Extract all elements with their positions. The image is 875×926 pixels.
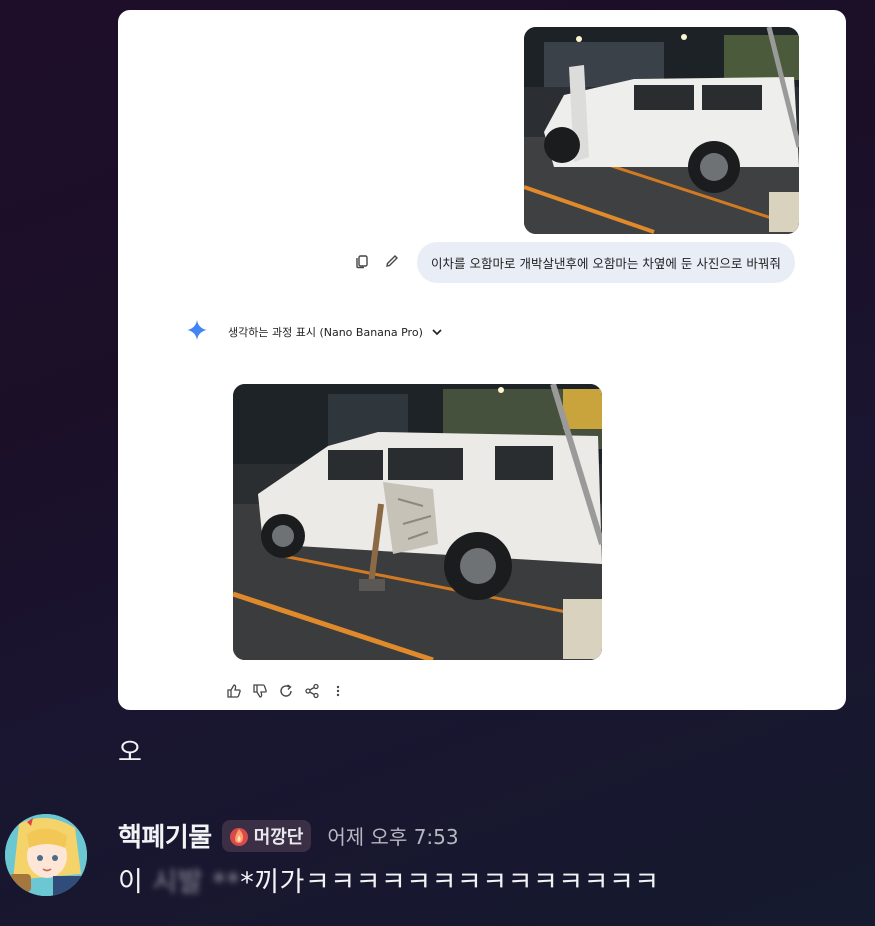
copy-icon[interactable] [354,253,370,269]
thinking-label: 생각하는 과정 표시 (Nano Banana Pro) [228,326,423,339]
gemini-screenshot-card: 이차를 오함마로 개박살낸후에 오함마는 차옆에 둔 사진으로 바꿔줘 생각하는… [118,10,846,710]
generated-car-photo[interactable] [233,384,602,660]
pencil-icon[interactable] [384,253,400,269]
more-vertical-icon[interactable] [330,683,346,699]
user-prompt-bubble: 이차를 오함마로 개박살낸후에 오함마는 차옆에 둔 사진으로 바꿔줘 [417,242,795,283]
message-text-censored: 시발 ** [152,867,241,898]
message-text: 이 시발 ***끼가ㅋㅋㅋㅋㅋㅋㅋㅋㅋㅋㅋㅋㅋㅋ [118,860,660,899]
role-tag-label: 머깡단 [253,826,304,848]
reaction-message: 오 [118,738,142,768]
message-header: 핵폐기물 머깡단 어제 오후 7:53 [118,817,459,854]
refresh-icon[interactable] [278,683,294,699]
thumbs-up-icon[interactable] [226,683,242,699]
share-icon[interactable] [304,683,320,699]
message-text-start: 이 [118,867,153,898]
user-prompt-text: 이차를 오함마로 개박살낸후에 오함마는 차옆에 둔 사진으로 바꿔줘 [431,256,781,271]
fire-icon [228,825,250,847]
chevron-down-icon[interactable] [431,323,443,342]
message-timestamp: 어제 오후 7:53 [327,825,459,849]
message-text-end: *끼가ㅋㅋㅋㅋㅋㅋㅋㅋㅋㅋㅋㅋㅋㅋ [240,867,660,898]
author-name[interactable]: 핵폐기물 [118,817,212,854]
thumbs-down-icon[interactable] [252,683,268,699]
response-actions [226,683,346,699]
prompt-actions [354,253,400,269]
thinking-toggle[interactable]: 생각하는 과정 표시 (Nano Banana Pro) [186,319,443,345]
gemini-sparkle-icon [186,319,208,345]
role-tag[interactable]: 머깡단 [221,819,312,852]
original-car-photo[interactable] [524,27,799,234]
avatar[interactable] [5,814,87,896]
